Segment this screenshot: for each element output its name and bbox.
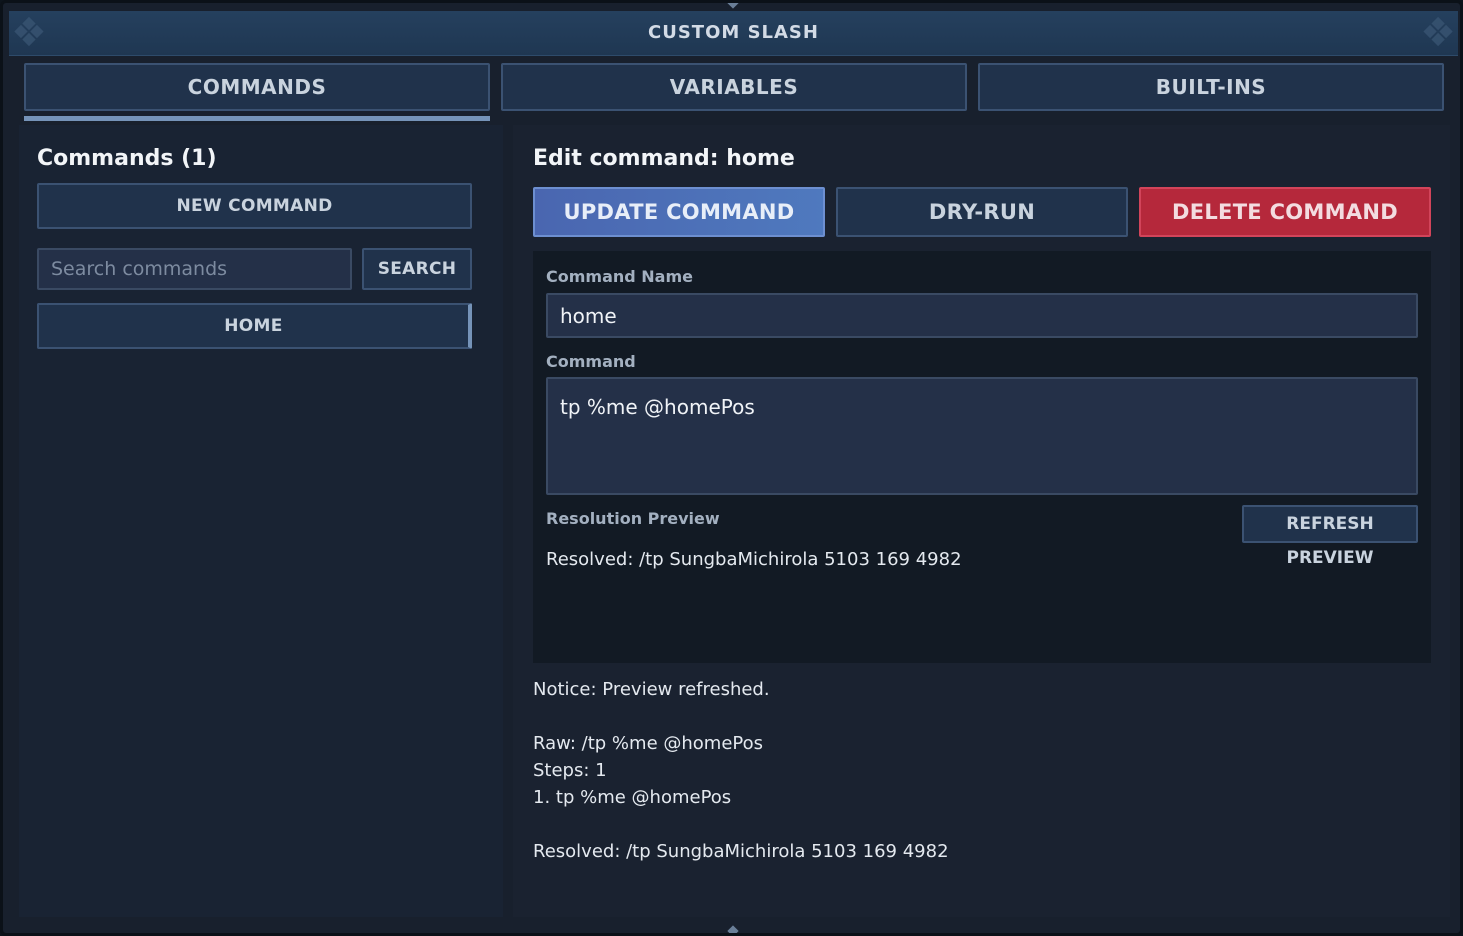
command-name-label: Command Name xyxy=(546,267,693,286)
update-command-button[interactable]: UPDATE COMMAND xyxy=(533,187,825,237)
commands-sidebar xyxy=(19,125,503,917)
search-button[interactable]: SEARCH xyxy=(362,248,472,290)
title-bar[interactable]: ❖ CUSTOM SLASH ❖ xyxy=(9,11,1458,56)
refresh-preview-button[interactable]: REFRESH PREVIEW xyxy=(1242,505,1418,568)
ornament-right-icon: ❖ xyxy=(1420,10,1456,56)
steps-count-text: Steps: 1 xyxy=(533,760,607,781)
edit-command-heading: Edit command: home xyxy=(533,146,795,171)
tab-commands[interactable]: COMMANDS xyxy=(24,63,490,111)
delete-command-button[interactable]: DELETE COMMAND xyxy=(1139,187,1431,237)
dry-run-button[interactable]: DRY-RUN xyxy=(836,187,1128,237)
resolution-preview-text: Resolved: /tp SungbaMichirola 5103 169 4… xyxy=(546,549,962,570)
tab-built-ins[interactable]: BUILT-INS xyxy=(978,63,1444,111)
notice-text: Notice: Preview refreshed. xyxy=(533,679,770,700)
window-title: CUSTOM SLASH xyxy=(648,22,819,43)
custom-slash-window: ❖ CUSTOM SLASH ❖ COMMANDS VARIABLES BUIL… xyxy=(0,0,1463,936)
tab-variables[interactable]: VARIABLES xyxy=(501,63,967,111)
new-command-button[interactable]: NEW COMMAND xyxy=(37,183,472,229)
active-tab-indicator xyxy=(24,116,490,121)
bottom-diamond-icon xyxy=(727,925,739,933)
resolved-output-text: Resolved: /tp SungbaMichirola 5103 169 4… xyxy=(533,841,949,862)
command-label: Command xyxy=(546,352,636,371)
resolution-preview-label: Resolution Preview xyxy=(546,509,720,528)
command-list-item-home[interactable]: HOME xyxy=(37,303,472,349)
commands-heading: Commands (1) xyxy=(37,146,217,171)
command-list-item-label: HOME xyxy=(224,316,283,336)
command-textarea[interactable]: tp %me @homePos xyxy=(546,377,1418,495)
search-commands-input[interactable] xyxy=(37,248,352,290)
step-line: 1. tp %me @homePos xyxy=(533,787,732,808)
raw-output-text: Raw: /tp %me @homePos xyxy=(533,733,764,754)
command-name-field[interactable] xyxy=(546,293,1418,338)
top-diamond-icon xyxy=(727,3,739,9)
